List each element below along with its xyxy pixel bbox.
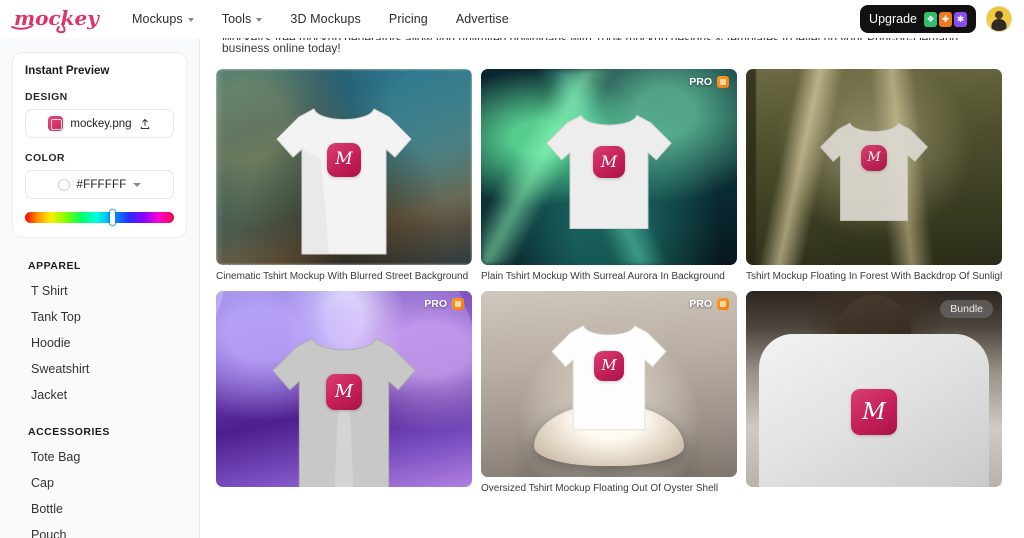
nav-item-advertise[interactable]: Advertise: [442, 12, 523, 26]
pro-badge-label: PRO: [689, 298, 712, 310]
mockup-thumbnail[interactable]: PRO M: [481, 291, 737, 477]
sidebar-section-accessories: ACCESSORIES Tote Bag Cap Bottle Pouch: [0, 426, 199, 538]
upgrade-label: Upgrade: [869, 12, 917, 26]
tshirt-shape-icon: [819, 122, 929, 221]
intro-line-1: Mockey's free mockup generators allow yo…: [222, 38, 1002, 40]
sidebar-section-apparel: APPAREL T Shirt Tank Top Hoodie Sweatshi…: [0, 260, 199, 408]
upload-icon[interactable]: [139, 118, 151, 130]
mockup-card[interactable]: PRO M: [216, 291, 472, 494]
main-content: Mockey's free mockup generators allow yo…: [200, 38, 1024, 538]
sidebar-item-tank-top[interactable]: Tank Top: [0, 304, 199, 330]
tshirt-shape-icon: [276, 108, 412, 255]
chevron-down-icon: [187, 18, 194, 22]
nav-item-pricing[interactable]: Pricing: [375, 12, 442, 26]
design-label: DESIGN: [25, 91, 68, 103]
design-file-input[interactable]: mockey.png: [25, 109, 174, 138]
color-swatch: [57, 178, 70, 191]
upgrade-tile-purple: ✱: [954, 11, 967, 27]
color-gradient-slider[interactable]: [25, 210, 174, 225]
pro-badge: PRO: [689, 298, 729, 310]
mockup-thumbnail[interactable]: PRO M: [481, 69, 737, 265]
pro-badge-icon: [452, 298, 464, 310]
gradient-handle[interactable]: [109, 210, 115, 225]
svg-text:mockey: mockey: [14, 6, 100, 30]
tshirt-logo: M: [593, 145, 625, 178]
mockup-grid: M Cinematic Tshirt Mockup With Blurred S…: [200, 57, 1024, 494]
mockup-caption: Plain Tshirt Mockup With Surreal Aurora …: [481, 271, 725, 282]
main-nav: Mockups Tools 3D Mockups Pricing Adverti…: [118, 12, 523, 26]
sidebar-heading-apparel: APPAREL: [28, 260, 81, 272]
mockup-caption: Oversized Tshirt Mockup Floating Out Of …: [481, 483, 719, 494]
sidebar-item-t-shirt[interactable]: T Shirt: [0, 278, 199, 304]
mockup-card[interactable]: M Bundle: [746, 291, 1002, 494]
design-file-name: mockey.png: [70, 117, 132, 130]
sidebar-item-pouch[interactable]: Pouch: [0, 522, 199, 538]
mockup-thumbnail[interactable]: M: [746, 69, 1002, 265]
pro-badge-label: PRO: [689, 76, 712, 88]
upgrade-tile-green: ❖: [924, 11, 937, 27]
sidebar-item-sweatshirt[interactable]: Sweatshirt: [0, 356, 199, 382]
nav-label-advertise: Advertise: [455, 12, 509, 26]
pro-badge: PRO: [424, 298, 464, 310]
upgrade-button[interactable]: Upgrade ❖ ✚ ✱: [860, 5, 976, 33]
avatar[interactable]: [986, 6, 1012, 32]
pro-badge: PRO: [689, 76, 729, 88]
intro-text: Mockey's free mockup generators allow yo…: [200, 38, 1024, 57]
tshirt-logo: M: [851, 389, 897, 435]
mockup-thumbnail[interactable]: M: [216, 69, 472, 265]
mockey-logo[interactable]: mockey: [0, 4, 118, 34]
pro-badge-icon: [717, 76, 729, 88]
tshirt-mockup: M: [264, 328, 424, 487]
sidebar-item-bottle[interactable]: Bottle: [0, 496, 199, 522]
color-hex-value: #FFFFFF: [76, 178, 127, 191]
sidebar-heading-accessories: ACCESSORIES: [28, 426, 110, 438]
upgrade-tile-orange: ✚: [939, 11, 952, 27]
nav-item-mockups[interactable]: Mockups: [118, 12, 208, 26]
mockup-card[interactable]: M Cinematic Tshirt Mockup With Blurred S…: [216, 69, 472, 282]
intro-line-2: business online today!: [222, 41, 341, 55]
tshirt-mockup: M: [269, 99, 419, 259]
tshirt-logo: M: [594, 350, 624, 381]
tshirt-mockup: M: [545, 315, 673, 439]
bundle-badge: Bundle: [940, 300, 993, 318]
chevron-down-icon: [133, 182, 142, 187]
nav-item-tools[interactable]: Tools: [208, 12, 277, 26]
gradient-track: [25, 212, 174, 223]
mockup-thumbnail[interactable]: M Bundle: [746, 291, 1002, 487]
pro-badge-icon: [717, 298, 729, 310]
color-label: COLOR: [25, 152, 65, 164]
mockup-card[interactable]: PRO M Oversized Tshirt Mockup Floating O…: [481, 291, 737, 494]
tshirt-logo: M: [327, 142, 361, 177]
tshirt-mockup: M: [539, 106, 679, 236]
tshirt-logo: M: [861, 144, 887, 171]
header-actions: Upgrade ❖ ✚ ✱: [860, 5, 1024, 33]
mockey-script-logo-icon: mockey: [11, 6, 100, 34]
tshirt-mockup: M: [814, 113, 934, 229]
mockup-caption: Cinematic Tshirt Mockup With Blurred Str…: [216, 271, 469, 282]
image-file-icon: [48, 116, 64, 131]
top-header: mockey Mockups Tools 3D Mockups Pricing …: [0, 0, 1024, 38]
panel-title: Instant Preview: [25, 65, 110, 77]
tshirt-logo: M: [326, 373, 362, 410]
mockup-card[interactable]: M Tshirt Mockup Floating In Forest With …: [746, 69, 1002, 282]
sidebar: Instant Preview DESIGN mockey.png COLOR …: [0, 38, 200, 538]
nav-label-mockups: Mockups: [132, 12, 183, 26]
mockup-thumbnail[interactable]: PRO M: [216, 291, 472, 487]
upgrade-tiles: ❖ ✚ ✱: [924, 11, 967, 27]
nav-label-pricing: Pricing: [388, 12, 428, 26]
sidebar-item-tote-bag[interactable]: Tote Bag: [0, 444, 199, 470]
chevron-down-icon: [256, 18, 263, 22]
nav-label-3d-mockups: 3D Mockups: [290, 12, 361, 26]
color-picker-input[interactable]: #FFFFFF: [25, 170, 174, 199]
sidebar-item-hoodie[interactable]: Hoodie: [0, 330, 199, 356]
instant-preview-panel: Instant Preview DESIGN mockey.png COLOR …: [12, 52, 187, 238]
mockup-caption: Tshirt Mockup Floating In Forest With Ba…: [746, 271, 1002, 282]
sidebar-item-jacket[interactable]: Jacket: [0, 382, 199, 408]
mockup-card[interactable]: PRO M Plain Tshirt Mockup With Surreal A…: [481, 69, 737, 282]
sidebar-item-cap[interactable]: Cap: [0, 470, 199, 496]
nav-item-3d-mockups[interactable]: 3D Mockups: [276, 12, 374, 26]
pro-badge-label: PRO: [424, 298, 447, 310]
nav-label-tools: Tools: [221, 12, 252, 26]
